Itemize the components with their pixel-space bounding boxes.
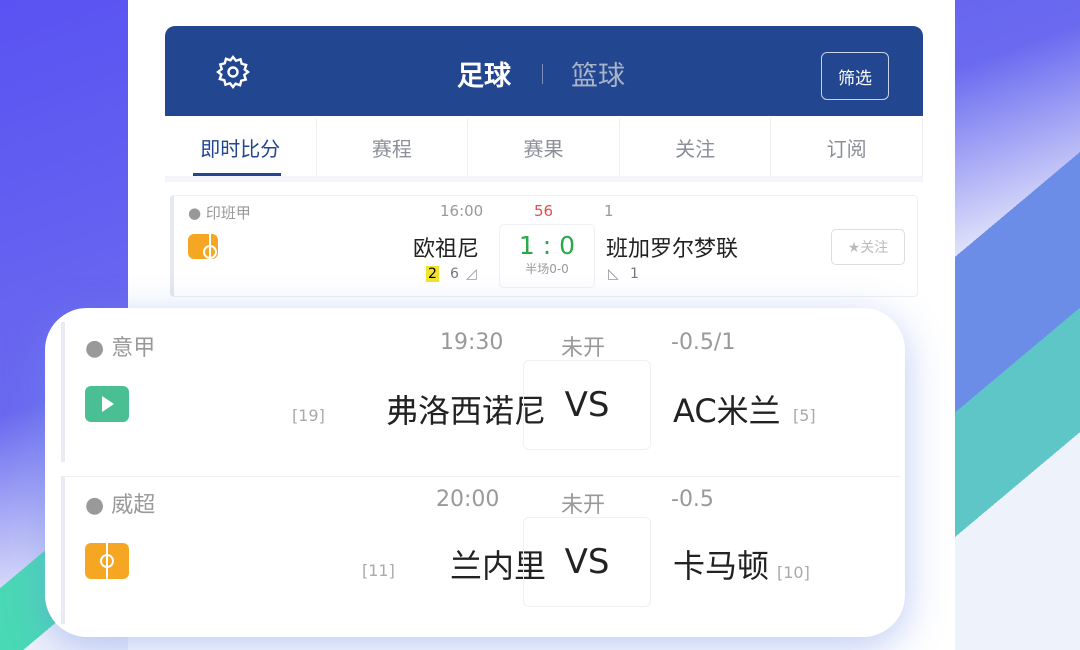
away-team: 卡马顿 (673, 547, 770, 585)
match-time: 20:00 (436, 487, 500, 512)
gear-icon[interactable] (215, 54, 251, 90)
corner-count: 1 (630, 266, 639, 282)
league-name: 威超 (111, 493, 156, 518)
bullet: ● (188, 204, 206, 222)
match-status: 未开 (561, 336, 606, 361)
match-time: 16:00 (440, 202, 484, 220)
match-time: 19:30 (440, 330, 504, 355)
league-label: ● 威超 (85, 487, 155, 519)
home-rank: [11] (362, 561, 395, 580)
play-icon[interactable] (85, 386, 129, 422)
away-team: 班加罗尔梦联 (606, 237, 739, 262)
league-label: ● 意甲 (85, 330, 155, 362)
tab-football[interactable]: 足球 (457, 54, 511, 93)
handicap: 1 (604, 202, 614, 220)
league-name: 意甲 (111, 336, 156, 361)
match-status: 未开 (561, 493, 606, 518)
bullet: ● (85, 336, 112, 361)
tab-schedule[interactable]: 赛程 (317, 118, 469, 176)
header: 足球 篮球 筛选 (165, 26, 923, 116)
yellow-card-count: 2 (426, 266, 439, 282)
pitch-icon (188, 234, 218, 259)
corner-count: 6 (450, 266, 459, 282)
home-team: 弗洛西诺尼 (385, 392, 546, 430)
handicap: -0.5 (671, 487, 714, 512)
divider (542, 64, 543, 84)
tab-live[interactable]: 即时比分 (165, 118, 317, 176)
away-rank: [10] (777, 563, 810, 582)
tab-basketball[interactable]: 篮球 (571, 54, 625, 93)
corner-icon: ◺ (608, 266, 619, 282)
bullet: ● (85, 493, 112, 518)
vs-box: VS (523, 360, 651, 450)
pitch-icon (85, 543, 129, 579)
highlight-card: ● 意甲 19:30 未开 -0.5/1 [19] 弗洛西诺尼 VS AC米兰 … (45, 308, 905, 637)
home-rank: [19] (292, 406, 325, 425)
tab-follow[interactable]: 关注 (620, 118, 772, 176)
match-row[interactable]: ● 威超 20:00 未开 -0.5 [11] 兰内里 VS 卡马顿 [10] (61, 476, 901, 624)
filter-button[interactable]: 筛选 (821, 52, 889, 100)
score: 1 : 0 (518, 231, 576, 260)
league-name: 印班甲 (205, 204, 251, 222)
halftime-score: 半场0-0 (525, 262, 569, 276)
away-rank: [5] (793, 406, 816, 425)
tab-results[interactable]: 赛果 (468, 118, 620, 176)
follow-button[interactable]: ★关注 (831, 229, 905, 265)
league-label: ● 印班甲 (188, 202, 251, 223)
match-minute: 56 (534, 202, 554, 220)
match-row[interactable]: ● 意甲 19:30 未开 -0.5/1 [19] 弗洛西诺尼 VS AC米兰 … (61, 322, 901, 462)
tab-subscribe[interactable]: 订阅 (771, 118, 923, 176)
corner-icon: ◿ (466, 266, 477, 282)
sub-tabs: 即时比分 赛程 赛果 关注 订阅 (165, 118, 923, 182)
match-row[interactable]: ● 印班甲 16:00 56 1 欧祖尼 1 : 0 半场0-0 班加罗尔梦联 … (170, 195, 918, 297)
handicap: -0.5/1 (671, 330, 736, 355)
vs-box: VS (523, 517, 651, 607)
home-team: 欧祖尼 (412, 237, 479, 262)
away-team: AC米兰 (673, 392, 781, 430)
score-box: 1 : 0 半场0-0 (499, 224, 595, 288)
